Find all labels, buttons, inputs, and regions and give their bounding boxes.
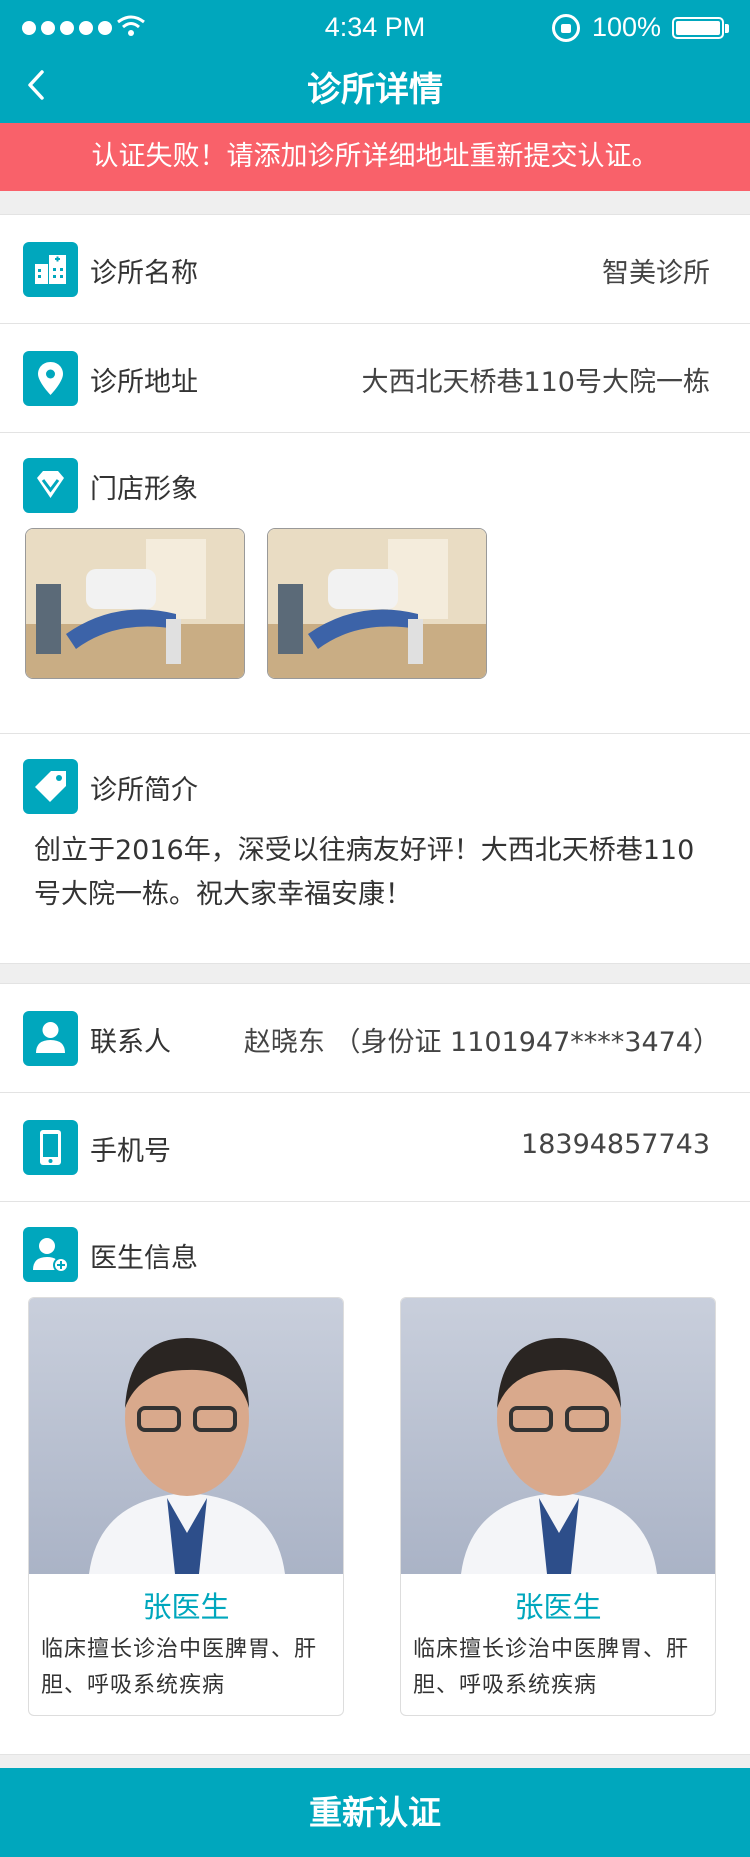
store-image-label: 门店形象 — [90, 474, 198, 505]
clinic-intro-header: 诊所简介 — [0, 734, 750, 829]
clinic-name-row: 诊所名称 智美诊所 — [0, 215, 750, 324]
top-bar: 4:34 PM 100% 诊所详情 — [0, 0, 750, 123]
doctor-info-header: 医生信息 — [0, 1202, 750, 1297]
contact-person-row: 联系人 赵晓东 （身份证 1101947****3474） — [0, 984, 750, 1093]
mobile-phone-icon — [23, 1120, 78, 1175]
status-bar: 4:34 PM 100% — [0, 0, 750, 58]
building-icon — [23, 242, 78, 297]
doctor-description: 临床擅长诊治中医脾胃、肝胆、呼吸系统疾病 — [413, 1637, 690, 1698]
doctor-info-label: 医生信息 — [90, 1243, 198, 1274]
clinic-name-label: 诊所名称 — [90, 258, 198, 289]
clinic-address-value: 大西北天桥巷110号大院一栋 — [361, 367, 710, 398]
clinic-intro-label: 诊所简介 — [90, 775, 198, 806]
doctor-icon — [23, 1227, 78, 1282]
clinic-address-label: 诊所地址 — [90, 367, 198, 398]
tag-icon — [23, 759, 78, 814]
contact-person-label: 联系人 — [90, 1027, 171, 1058]
battery-icon — [672, 17, 729, 39]
store-photos — [0, 528, 750, 679]
doctor-card[interactable]: 张医生 临床擅长诊治中医脾胃、肝胆、呼吸系统疾病 — [400, 1297, 716, 1716]
doctor-description: 临床擅长诊治中医脾胃、肝胆、呼吸系统疾病 — [41, 1637, 318, 1698]
store-image-section: 门店形象 — [0, 433, 750, 734]
clinic-intro-section: 诊所简介 创立于2016年，深受以往病友好评！大西北天桥巷110号大院一栋。祝大… — [0, 734, 750, 945]
rotation-lock-icon — [552, 14, 580, 42]
contact-person-value: 赵晓东 （身份证 1101947****3474） — [243, 1027, 720, 1058]
doctor-info-section: 医生信息 张医生 临床擅长诊治中医脾胃、肝胆、呼吸系统疾病 张医生 临床擅长诊治… — [0, 1202, 750, 1772]
doctor-photo — [401, 1298, 715, 1574]
location-pin-icon — [23, 351, 78, 406]
phone-label: 手机号 — [90, 1136, 171, 1167]
store-image-header: 门店形象 — [0, 433, 750, 528]
store-photo[interactable] — [267, 528, 487, 679]
clinic-info-card: 诊所名称 智美诊所 诊所地址 大西北天桥巷110号大院一栋 门店形象 诊所简介 … — [0, 214, 750, 964]
diamond-icon — [23, 458, 78, 513]
doctor-list: 张医生 临床擅长诊治中医脾胃、肝胆、呼吸系统疾病 张医生 临床擅长诊治中医脾胃、… — [0, 1297, 750, 1772]
reverify-button[interactable]: 重新认证 — [0, 1768, 750, 1857]
clinic-address-row: 诊所地址 大西北天桥巷110号大院一栋 — [0, 324, 750, 433]
doctor-name: 张医生 — [514, 1590, 602, 1624]
contact-card: 联系人 赵晓东 （身份证 1101947****3474） 手机号 183948… — [0, 983, 750, 1755]
clinic-name-value: 智美诊所 — [602, 258, 710, 289]
person-icon — [23, 1011, 78, 1066]
store-photo[interactable] — [25, 528, 245, 679]
doctor-photo — [29, 1298, 343, 1574]
doctor-name: 张医生 — [142, 1590, 230, 1624]
phone-value: 18394857743 — [521, 1129, 710, 1160]
verification-failed-banner: 认证失败！请添加诊所详细地址重新提交认证。 — [0, 123, 750, 191]
page-title: 诊所详情 — [307, 70, 443, 110]
battery-percent: 100% — [592, 12, 662, 42]
phone-row: 手机号 18394857743 — [0, 1093, 750, 1202]
doctor-card[interactable]: 张医生 临床擅长诊治中医脾胃、肝胆、呼吸系统疾病 — [28, 1297, 344, 1716]
clinic-intro-text: 创立于2016年，深受以往病友好评！大西北天桥巷110号大院一栋。祝大家幸福安康… — [34, 835, 695, 910]
